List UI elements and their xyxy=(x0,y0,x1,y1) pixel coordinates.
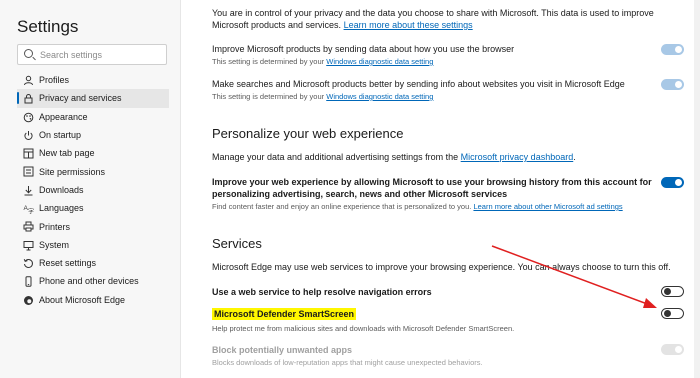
annotation-arrow xyxy=(491,245,657,308)
arrow-head xyxy=(643,298,657,308)
arrow-shaft xyxy=(491,245,651,306)
